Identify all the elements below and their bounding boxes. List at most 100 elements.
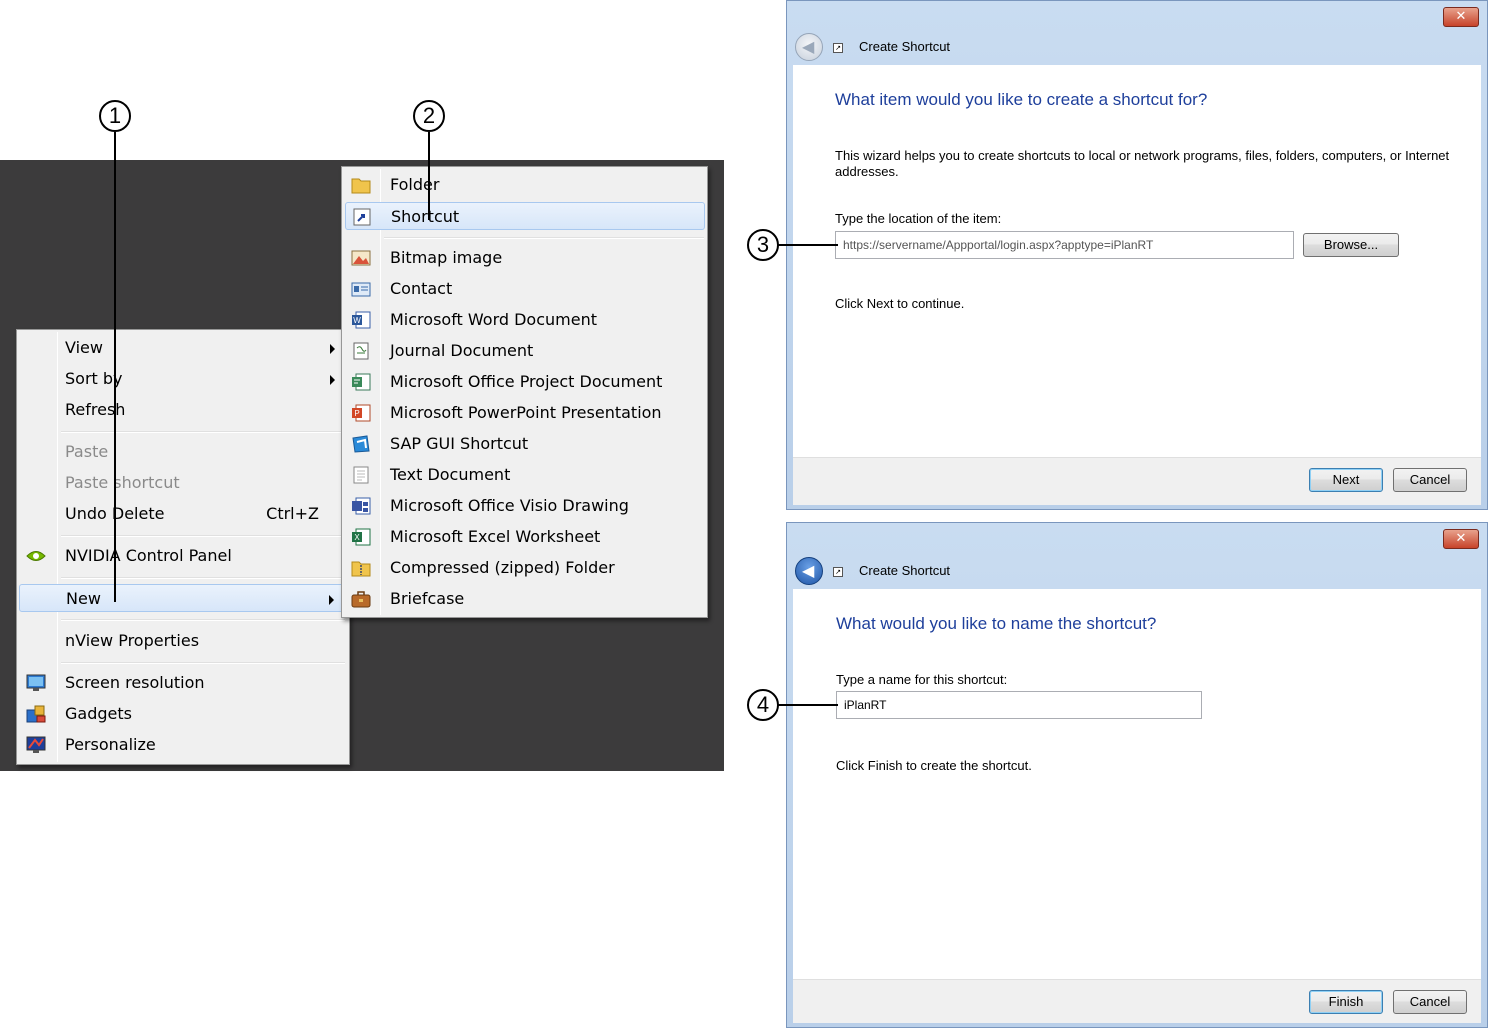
menu-item-accelerator: Ctrl+Z bbox=[266, 504, 319, 523]
submenu-item-shortcut[interactable]: Shortcut bbox=[345, 202, 705, 230]
cancel-button[interactable]: Cancel bbox=[1393, 468, 1467, 492]
callout-1-leader-line bbox=[114, 132, 116, 602]
gadgets-icon bbox=[26, 705, 46, 723]
menu-item-screen-resolution[interactable]: Screen resolution bbox=[19, 669, 347, 697]
zip-folder-icon bbox=[351, 561, 371, 577]
menu-item-label: NVIDIA Control Panel bbox=[65, 546, 232, 565]
submenu-item-label: Shortcut bbox=[391, 207, 460, 226]
menu-separator bbox=[61, 619, 345, 621]
cancel-button[interactable]: Cancel bbox=[1393, 990, 1467, 1014]
menu-item-refresh[interactable]: Refresh bbox=[19, 396, 347, 424]
finish-hint: Click Finish to create the shortcut. bbox=[836, 758, 1032, 773]
sap-icon bbox=[352, 435, 370, 453]
next-button[interactable]: Next bbox=[1309, 468, 1383, 492]
shortcut-icon bbox=[353, 208, 371, 226]
menu-item-new[interactable]: New bbox=[19, 584, 347, 612]
back-button[interactable]: ◀ bbox=[795, 557, 823, 585]
submenu-item-label: Bitmap image bbox=[390, 248, 503, 267]
location-input[interactable]: https://servername/Appportal/login.aspx?… bbox=[835, 231, 1294, 259]
menu-item-label: Screen resolution bbox=[65, 673, 205, 692]
close-icon[interactable]: ✕ bbox=[1443, 529, 1479, 549]
menu-item-sort-by[interactable]: Sort by bbox=[19, 365, 347, 393]
dialog-content: What item would you like to create a sho… bbox=[793, 65, 1481, 457]
create-shortcut-dialog-name: ✕ ◀ ↗ Create Shortcut What would you lik… bbox=[786, 522, 1488, 1028]
submenu-item-visio-drawing[interactable]: Microsoft Office Visio Drawing bbox=[345, 492, 705, 520]
visio-icon bbox=[352, 497, 371, 515]
menu-item-gadgets[interactable]: Gadgets bbox=[19, 700, 347, 728]
new-submenu: Folder Shortcut Bitmap image Contact W M… bbox=[341, 166, 708, 618]
desktop-context-menu: View Sort by Refresh Paste Paste shortcu… bbox=[16, 329, 350, 765]
menu-item-paste[interactable]: Paste bbox=[19, 438, 347, 466]
menu-item-label: View bbox=[65, 338, 103, 357]
back-button[interactable]: ◀ bbox=[795, 33, 823, 61]
finish-button[interactable]: Finish bbox=[1309, 990, 1383, 1014]
menu-item-label: Refresh bbox=[65, 400, 126, 419]
callout-4: 4 bbox=[747, 689, 779, 721]
submenu-item-sap-gui-shortcut[interactable]: SAP GUI Shortcut bbox=[345, 430, 705, 458]
submenu-item-excel-worksheet[interactable]: X Microsoft Excel Worksheet bbox=[345, 523, 705, 551]
excel-icon: X bbox=[352, 528, 371, 546]
location-label: Type the location of the item: bbox=[835, 211, 1002, 226]
submenu-item-project-document[interactable]: Microsoft Office Project Document bbox=[345, 368, 705, 396]
submenu-item-label: SAP GUI Shortcut bbox=[390, 434, 529, 453]
submenu-item-compressed-folder[interactable]: Compressed (zipped) Folder bbox=[345, 554, 705, 582]
shortcut-small-icon: ↗ bbox=[833, 567, 843, 577]
submenu-item-bitmap-image[interactable]: Bitmap image bbox=[345, 244, 705, 272]
browse-button[interactable]: Browse... bbox=[1303, 233, 1399, 257]
name-label: Type a name for this shortcut: bbox=[836, 672, 1008, 687]
submenu-item-powerpoint-presentation[interactable]: P Microsoft PowerPoint Presentation bbox=[345, 399, 705, 427]
personalize-icon bbox=[26, 736, 46, 753]
menu-item-label: nView Properties bbox=[65, 631, 200, 650]
back-arrow-icon: ◀ bbox=[802, 37, 815, 56]
submenu-arrow-icon bbox=[330, 344, 335, 354]
menu-separator bbox=[61, 431, 345, 433]
menu-item-label: Paste bbox=[65, 442, 109, 461]
menu-separator bbox=[61, 535, 345, 537]
callout-4-leader-line bbox=[778, 704, 838, 706]
folder-icon bbox=[351, 178, 371, 194]
callout-2-leader-line bbox=[428, 132, 430, 220]
callout-3-leader-line bbox=[778, 244, 838, 246]
back-arrow-icon: ◀ bbox=[802, 561, 815, 580]
callout-2: 2 bbox=[413, 100, 445, 132]
svg-text:X: X bbox=[354, 533, 360, 542]
submenu-item-contact[interactable]: Contact bbox=[345, 275, 705, 303]
svg-text:P: P bbox=[354, 409, 359, 418]
menu-item-paste-shortcut[interactable]: Paste shortcut bbox=[19, 469, 347, 497]
word-icon: W bbox=[352, 311, 371, 329]
dialog-content: What would you like to name the shortcut… bbox=[793, 589, 1481, 979]
menu-item-nvidia-control-panel[interactable]: NVIDIA Control Panel bbox=[19, 542, 347, 570]
callout-3: 3 bbox=[747, 229, 779, 261]
menu-item-nview-properties[interactable]: nView Properties bbox=[19, 627, 347, 655]
submenu-item-word-document[interactable]: W Microsoft Word Document bbox=[345, 306, 705, 334]
menu-item-view[interactable]: View bbox=[19, 334, 347, 362]
submenu-item-label: Journal Document bbox=[390, 341, 534, 360]
submenu-item-text-document[interactable]: Text Document bbox=[345, 461, 705, 489]
submenu-item-journal-document[interactable]: Journal Document bbox=[345, 337, 705, 365]
dialog-heading: What item would you like to create a sho… bbox=[835, 90, 1208, 109]
menu-item-personalize[interactable]: Personalize bbox=[19, 731, 347, 759]
submenu-item-briefcase[interactable]: Briefcase bbox=[345, 585, 705, 613]
submenu-item-label: Microsoft Office Project Document bbox=[390, 372, 663, 391]
submenu-item-label: Compressed (zipped) Folder bbox=[390, 558, 615, 577]
submenu-item-label: Microsoft PowerPoint Presentation bbox=[390, 403, 662, 422]
callout-1: 1 bbox=[99, 100, 131, 132]
menu-item-label: Personalize bbox=[65, 735, 156, 754]
submenu-item-label: Folder bbox=[390, 175, 440, 194]
powerpoint-icon: P bbox=[352, 404, 371, 422]
menu-item-label: Paste shortcut bbox=[65, 473, 180, 492]
text-document-icon bbox=[353, 466, 369, 484]
menu-separator bbox=[61, 662, 345, 664]
contact-icon bbox=[351, 282, 371, 297]
briefcase-icon bbox=[351, 591, 371, 608]
submenu-item-label: Microsoft Excel Worksheet bbox=[390, 527, 601, 546]
nvidia-icon bbox=[26, 551, 46, 561]
submenu-item-label: Microsoft Word Document bbox=[390, 310, 597, 329]
menu-separator bbox=[384, 237, 704, 239]
menu-item-undo-delete[interactable]: Undo Delete Ctrl+Z bbox=[19, 500, 347, 528]
submenu-arrow-icon bbox=[330, 375, 335, 385]
submenu-item-folder[interactable]: Folder bbox=[345, 171, 705, 199]
monitor-icon bbox=[26, 674, 46, 691]
shortcut-name-input[interactable]: iPlanRT bbox=[836, 691, 1202, 719]
close-icon[interactable]: ✕ bbox=[1443, 7, 1479, 27]
